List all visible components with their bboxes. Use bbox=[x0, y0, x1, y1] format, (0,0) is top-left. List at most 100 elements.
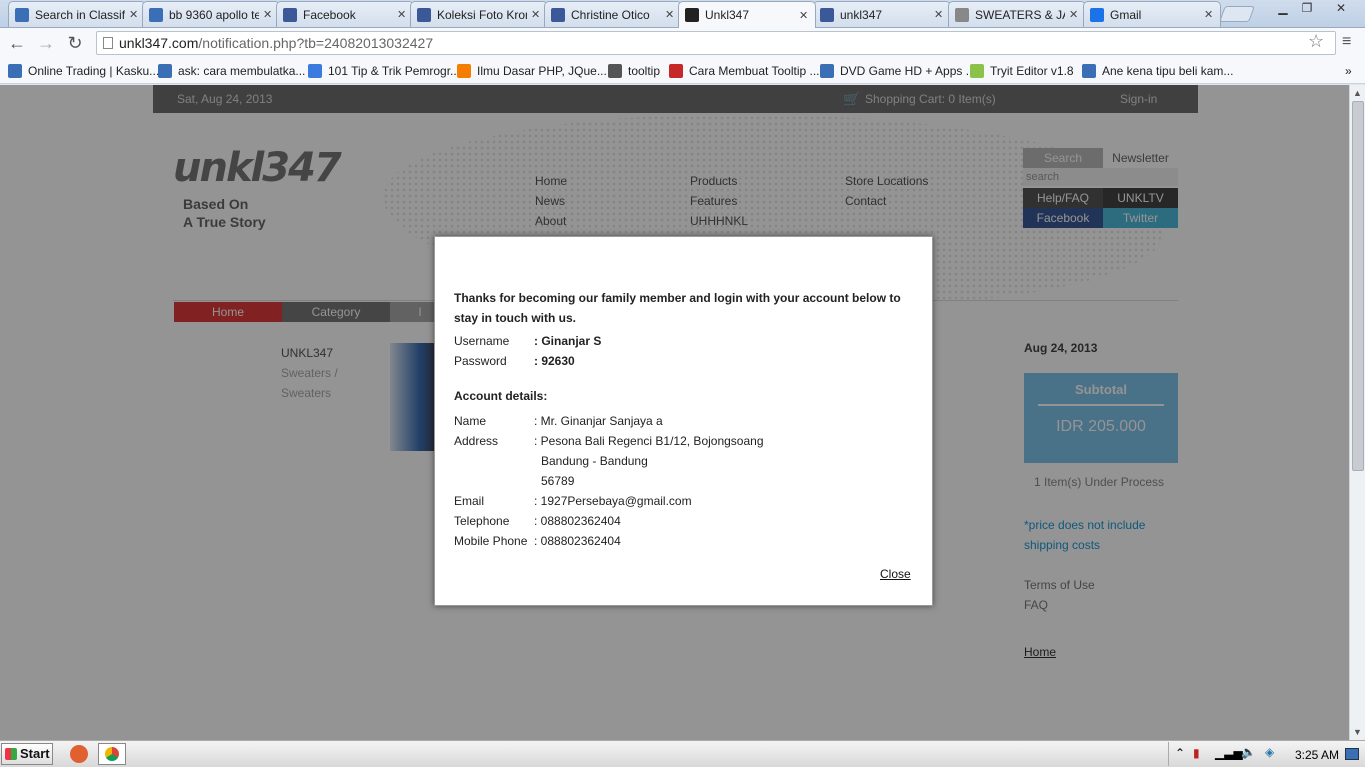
bookmark-overflow-button[interactable]: » bbox=[1345, 62, 1352, 80]
tab[interactable]: Koleksi Foto Kron ✕ bbox=[410, 1, 548, 27]
tab-close-icon[interactable]: ✕ bbox=[531, 8, 541, 21]
tab[interactable]: Gmail ✕ bbox=[1083, 1, 1221, 27]
facebook-icon bbox=[283, 7, 297, 22]
bookmark-label: Ane kena tipu beli kam... bbox=[1102, 64, 1234, 78]
kaskus-icon bbox=[15, 7, 29, 22]
tab-label: Facebook bbox=[303, 7, 356, 22]
start-label: Start bbox=[20, 746, 50, 761]
tab-close-icon[interactable]: ✕ bbox=[665, 8, 675, 21]
bookmark-item[interactable]: 101 Tip & Trik Pemrogr... bbox=[308, 62, 460, 80]
address-line-2: Bandung - Bandung bbox=[541, 454, 648, 468]
bookmark-star-icon[interactable]: ☆ bbox=[1308, 31, 1324, 52]
address-row: Address : Pesona Bali Regenci B1/12, Boj… bbox=[454, 431, 764, 451]
dropbox-icon[interactable]: ◈ bbox=[1265, 745, 1274, 759]
tab-close-icon[interactable]: ✕ bbox=[799, 9, 809, 22]
bookmark-item[interactable]: Online Trading | Kasku... bbox=[8, 62, 159, 80]
address-line-3: 56789 bbox=[541, 474, 575, 488]
scroll-thumb[interactable] bbox=[1352, 101, 1364, 471]
new-tab-button[interactable] bbox=[1219, 6, 1255, 22]
tab-close-icon[interactable]: ✕ bbox=[1204, 8, 1214, 21]
scroll-down-icon[interactable]: ▼ bbox=[1353, 727, 1362, 737]
scroll-up-icon[interactable]: ▲ bbox=[1353, 88, 1362, 98]
tray-app-icon[interactable]: ▮ bbox=[1193, 746, 1200, 760]
bookmark-icon bbox=[8, 64, 22, 78]
bookmark-item[interactable]: ask: cara membulatka... bbox=[158, 62, 305, 80]
browser-toolbar: ← → ↻ unkl347.com/notification.php?tb=24… bbox=[0, 28, 1365, 58]
mobile-value: : 088802362404 bbox=[534, 534, 621, 548]
password-value: : 92630 bbox=[534, 354, 575, 368]
email-value: : 1927Persebaya@gmail.com bbox=[534, 494, 692, 508]
tab-close-icon[interactable]: ✕ bbox=[263, 8, 273, 21]
tab-label: Koleksi Foto Kron bbox=[437, 7, 527, 22]
bookmark-item[interactable]: Ane kena tipu beli kam... bbox=[1082, 62, 1233, 80]
tab-close-icon[interactable]: ✕ bbox=[397, 8, 407, 21]
close-window-icon[interactable]: ✕ bbox=[1330, 2, 1352, 16]
bookmark-label: DVD Game HD + Apps ... bbox=[840, 64, 976, 78]
volume-icon[interactable]: 🔈 bbox=[1241, 745, 1256, 759]
bookmark-label: Ilmu Dasar PHP, JQue... bbox=[477, 64, 607, 78]
url-path: /notification.php?tb=24082013032427 bbox=[198, 35, 434, 51]
tab-close-icon[interactable]: ✕ bbox=[129, 8, 139, 21]
tab-close-icon[interactable]: ✕ bbox=[1069, 8, 1079, 21]
close-button[interactable]: Close bbox=[880, 567, 911, 581]
tab-label: Gmail bbox=[1110, 7, 1142, 22]
clock[interactable]: 3:25 AM bbox=[1295, 748, 1339, 762]
chrome-icon bbox=[105, 747, 119, 761]
username-row: Username : Ginanjar S bbox=[454, 331, 601, 351]
username-value: : Ginanjar S bbox=[534, 334, 602, 348]
email-row: Email : 1927Persebaya@gmail.com bbox=[454, 491, 692, 511]
kaskus-icon bbox=[149, 7, 163, 22]
username-label: Username bbox=[454, 334, 510, 348]
url-host: unkl347.com bbox=[119, 35, 199, 51]
restore-icon[interactable]: ❐ bbox=[1296, 2, 1318, 16]
telephone-row: Telephone : 088802362404 bbox=[454, 511, 621, 531]
tab[interactable]: unkl347 ✕ bbox=[813, 1, 951, 27]
bookmark-icon bbox=[308, 64, 322, 78]
network-icon[interactable]: ▁▃▅ bbox=[1215, 746, 1243, 760]
reload-icon[interactable]: ↻ bbox=[64, 32, 86, 54]
tab[interactable]: Unkl347 ✕ bbox=[678, 1, 816, 28]
bookmark-item[interactable]: tooltip bbox=[608, 62, 660, 80]
page-scrollbar[interactable]: ▲ ▼ bbox=[1349, 85, 1365, 740]
tab-label: Search in Classifi bbox=[35, 7, 125, 22]
bookmark-label: tooltip bbox=[628, 64, 661, 78]
bookmark-item[interactable]: DVD Game HD + Apps ... bbox=[820, 62, 976, 80]
address-bar[interactable]: unkl347.com/notification.php?tb=24082013… bbox=[96, 31, 1336, 55]
tab-close-icon[interactable]: ✕ bbox=[934, 8, 944, 21]
show-desktop-icon[interactable] bbox=[1345, 748, 1359, 760]
tab-label: unkl347 bbox=[840, 7, 883, 22]
name-value: : Mr. Ginanjar Sanjaya a bbox=[534, 414, 663, 428]
facebook-icon bbox=[820, 7, 834, 22]
tab[interactable]: SWEATERS & JA ✕ bbox=[948, 1, 1086, 27]
bookmark-icon bbox=[608, 64, 622, 78]
tab[interactable]: Search in Classifi ✕ bbox=[8, 1, 146, 27]
smiley-icon bbox=[955, 7, 969, 22]
chrome-taskbar-button[interactable] bbox=[98, 743, 126, 765]
account-details-heading: Account details: bbox=[454, 389, 548, 403]
gmail-icon bbox=[1090, 7, 1104, 22]
modal-intro: Thanks for becoming our family member an… bbox=[454, 291, 901, 325]
unkl-icon bbox=[685, 8, 699, 22]
back-arrow-icon[interactable]: ← bbox=[6, 32, 28, 54]
name-row: Name : Mr. Ginanjar Sanjaya a bbox=[454, 411, 663, 431]
tab[interactable]: Christine Otico ✕ bbox=[544, 1, 682, 27]
forward-arrow-icon[interactable]: → bbox=[35, 32, 57, 54]
bookmarks-bar: Online Trading | Kasku... ask: cara membu… bbox=[0, 58, 1365, 84]
system-tray: ⌃ ▮ ▁▃▅ 🔈 ◈ 3:25 AM bbox=[1168, 742, 1365, 766]
mobile-row: Mobile Phone : 088802362404 bbox=[454, 531, 621, 551]
account-notification-modal: Thanks for becoming our family member an… bbox=[434, 236, 933, 606]
tab[interactable]: Facebook ✕ bbox=[276, 1, 414, 27]
bookmark-item[interactable]: Ilmu Dasar PHP, JQue... bbox=[457, 62, 607, 80]
quicklaunch-icon[interactable] bbox=[70, 745, 88, 763]
windows-taskbar: Start ⌃ ▮ ▁▃▅ 🔈 ◈ 3:25 AM bbox=[0, 740, 1365, 767]
start-button[interactable]: Start bbox=[1, 743, 53, 765]
bookmark-label: Online Trading | Kasku... bbox=[28, 64, 160, 78]
bookmark-item[interactable]: Tryit Editor v1.8 bbox=[970, 62, 1074, 80]
tab[interactable]: bb 9360 apollo te ✕ bbox=[142, 1, 280, 27]
bookmark-icon bbox=[669, 64, 683, 78]
menu-icon[interactable]: ≡ bbox=[1342, 33, 1351, 51]
tray-expand-icon[interactable]: ⌃ bbox=[1175, 746, 1185, 760]
address-label: Address bbox=[454, 434, 499, 448]
minimize-icon[interactable]: ▁ bbox=[1272, 2, 1294, 16]
bookmark-item[interactable]: Cara Membuat Tooltip ... bbox=[669, 62, 820, 80]
